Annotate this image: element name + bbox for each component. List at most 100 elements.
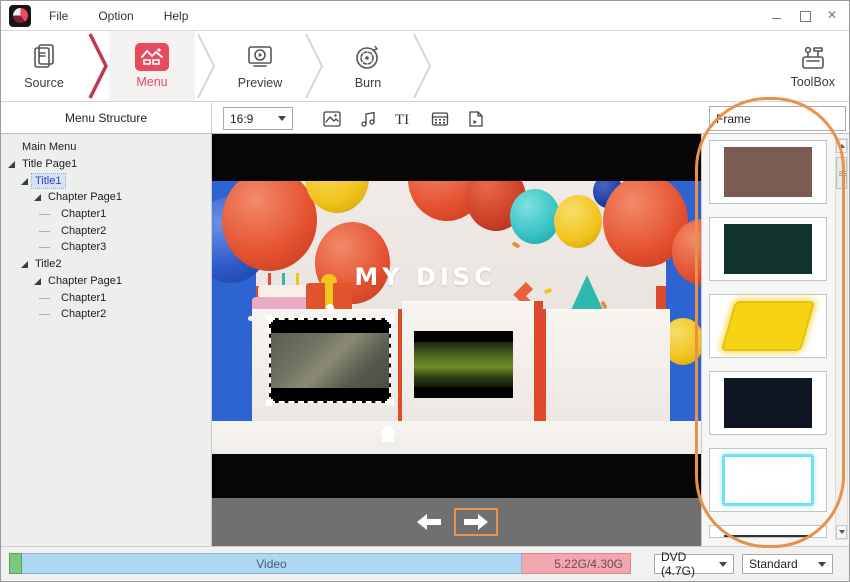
tree-expander-icon[interactable] <box>46 209 58 219</box>
tree-item-label: Chapter3 <box>58 240 109 254</box>
frame-thumbnail[interactable] <box>709 140 827 204</box>
tree-item[interactable]: Title2 <box>1 256 211 273</box>
home-icon[interactable] <box>376 423 400 445</box>
rotate-handle[interactable] <box>326 304 334 312</box>
tree-expander-icon[interactable] <box>46 309 58 319</box>
frame-preview-swatch <box>724 378 812 428</box>
disc-type-select[interactable]: DVD (4.7G) <box>654 554 734 574</box>
step-menu[interactable]: Menu <box>109 31 195 101</box>
step-burn[interactable]: Burn <box>325 31 411 101</box>
candle-decoration <box>282 273 285 285</box>
close-icon[interactable] <box>827 10 839 22</box>
menu-structure-tree: Main Menu Title Page1 Title1 Chapter Pag… <box>1 134 211 323</box>
tree-item[interactable]: Chapter Page1 <box>1 189 211 206</box>
frame-panel-scrollbar[interactable] <box>835 138 848 540</box>
tree-item[interactable]: Chapter1 <box>1 289 211 306</box>
menu-help[interactable]: Help <box>164 9 189 23</box>
background-image-icon <box>322 109 342 129</box>
step-source[interactable]: Source <box>1 31 87 101</box>
frame-templates-panel <box>701 134 850 546</box>
scroll-down-icon[interactable] <box>836 525 847 539</box>
tree-item[interactable]: Chapter Page1 <box>1 273 211 290</box>
tree-item-label: Chapter Page1 <box>45 190 125 204</box>
frame-preview-swatch <box>724 224 812 274</box>
scrollbar-thumb[interactable] <box>836 157 847 189</box>
tree-item[interactable]: Chapter3 <box>1 239 211 256</box>
tree-expander-icon[interactable] <box>7 159 19 169</box>
tree-item[interactable]: Chapter2 <box>1 306 211 323</box>
tree-expander-icon[interactable] <box>46 226 58 236</box>
selection-handle[interactable] <box>387 399 394 406</box>
frame-category-box[interactable]: Frame <box>709 106 846 131</box>
step-preview[interactable]: Preview <box>217 31 303 101</box>
frame-thumbnail[interactable] <box>709 294 827 358</box>
previous-page-button[interactable] <box>416 513 442 531</box>
menu-option[interactable]: Option <box>98 9 133 23</box>
toolbox-button[interactable]: ToolBox <box>791 44 835 89</box>
step-source-label: Source <box>24 76 64 90</box>
tree-expander-icon[interactable] <box>33 192 45 202</box>
preview-monitor-icon <box>244 42 276 72</box>
app-logo-icon <box>9 5 31 27</box>
tree-item[interactable]: Chapter2 <box>1 222 211 239</box>
chevron-separator-icon <box>195 33 217 99</box>
video-thumbnail-selected[interactable] <box>269 318 391 403</box>
minimize-icon[interactable] <box>771 10 783 22</box>
video-thumbnail[interactable] <box>414 331 513 398</box>
template-file-icon <box>466 109 486 129</box>
tree-item-label: Chapter1 <box>58 291 109 305</box>
selection-handle[interactable] <box>266 399 273 406</box>
tree-item[interactable]: Title1 <box>1 172 211 189</box>
burn-disc-icon <box>352 42 384 72</box>
frame-thumbnail[interactable] <box>709 525 827 538</box>
video-thumbnail-image <box>414 342 513 388</box>
quality-value: Standard <box>749 557 798 571</box>
tree-item-label: Chapter2 <box>58 224 109 238</box>
maximize-icon[interactable] <box>799 10 811 22</box>
menu-file[interactable]: File <box>49 9 68 23</box>
frame-thumbnail[interactable] <box>709 217 827 281</box>
tree-expander-icon[interactable] <box>7 142 19 152</box>
letterbox-top <box>212 134 701 181</box>
secondary-toolbar: Menu Structure 16:9 <box>1 103 849 134</box>
text-button[interactable]: TI <box>393 108 415 130</box>
frame-preview-swatch <box>721 301 815 351</box>
frame-thumbnail[interactable] <box>709 371 827 435</box>
aspect-ratio-select[interactable]: 16:9 <box>223 107 293 130</box>
tree-expander-icon[interactable] <box>20 176 32 186</box>
tree-item[interactable]: Title Page1 <box>1 156 211 173</box>
selection-handle[interactable] <box>266 315 273 322</box>
candle-decoration <box>268 273 271 285</box>
disc-capacity-bar: Video 5.22G/4.30G <box>9 553 631 574</box>
tree-item-label: Title1 <box>32 174 65 188</box>
tree-expander-icon[interactable] <box>33 276 45 286</box>
tree-item-label: Main Menu <box>19 140 79 154</box>
quality-select[interactable]: Standard <box>742 554 833 574</box>
step-burn-label: Burn <box>355 76 381 90</box>
background-image-button[interactable] <box>321 108 343 130</box>
menu-preview-canvas[interactable]: MY DISC <box>212 134 701 546</box>
capacity-segment-menu <box>9 553 22 574</box>
text-icon: TI <box>393 109 415 129</box>
chevron-separator-red-icon <box>87 33 109 99</box>
tree-expander-icon[interactable] <box>20 259 32 269</box>
frame-preview-swatch <box>724 147 812 197</box>
right-arrow-icon <box>463 513 489 531</box>
template-file-button[interactable] <box>465 108 487 130</box>
frame-preview-swatch <box>722 454 814 506</box>
disc-title-text[interactable]: MY DISC <box>354 263 495 291</box>
tree-expander-icon[interactable] <box>46 242 58 252</box>
tree-item[interactable]: Chapter1 <box>1 206 211 223</box>
tree-item-label: Chapter1 <box>58 207 109 221</box>
music-button[interactable] <box>357 108 379 130</box>
menubar: File Option Help <box>49 9 188 23</box>
frame-grid-icon <box>430 109 450 129</box>
tree-item[interactable]: Main Menu <box>1 139 211 156</box>
selection-handle[interactable] <box>387 315 394 322</box>
page-navigation-strip <box>212 498 701 546</box>
tree-expander-icon[interactable] <box>46 293 58 303</box>
frame-thumbnail[interactable] <box>709 448 827 512</box>
frame-grid-button[interactable] <box>429 108 451 130</box>
scroll-up-icon[interactable] <box>836 139 847 153</box>
next-page-button[interactable] <box>454 508 498 536</box>
